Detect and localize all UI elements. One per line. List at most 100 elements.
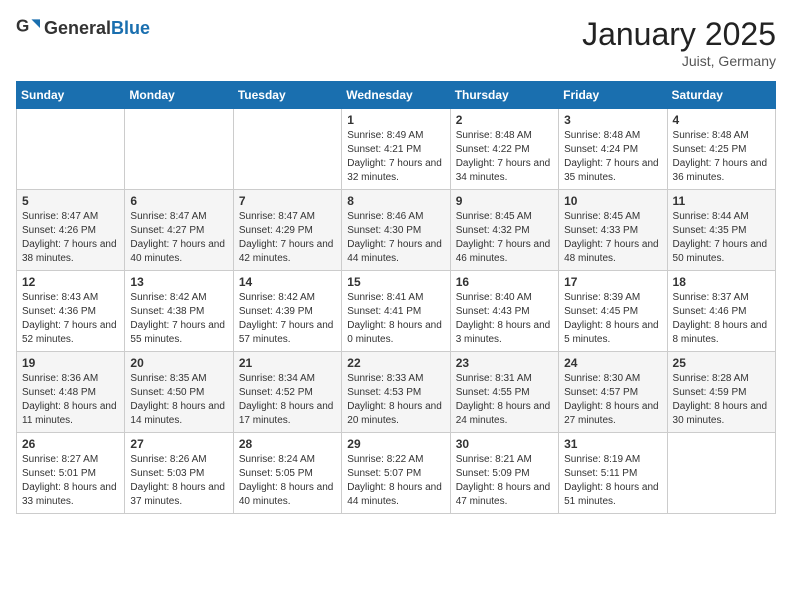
day-number: 25 <box>673 356 770 370</box>
day-number: 28 <box>239 437 336 451</box>
calendar-cell: 26Sunrise: 8:27 AM Sunset: 5:01 PM Dayli… <box>17 433 125 514</box>
cell-sun-info: Sunrise: 8:24 AM Sunset: 5:05 PM Dayligh… <box>239 453 336 509</box>
calendar-cell: 2Sunrise: 8:48 AM Sunset: 4:22 PM Daylig… <box>450 109 558 190</box>
weekday-header: Monday <box>125 82 233 109</box>
cell-sun-info: Sunrise: 8:19 AM Sunset: 5:11 PM Dayligh… <box>564 453 661 509</box>
calendar-header-row: SundayMondayTuesdayWednesdayThursdayFrid… <box>17 82 776 109</box>
weekday-header: Thursday <box>450 82 558 109</box>
calendar-cell: 22 Sunrise: 8:33 AM Sunset: 4:53 PM Dayli… <box>342 352 450 433</box>
day-number: 7 <box>239 194 336 208</box>
calendar-week-row: 5 Sunrise: 8:47 AM Sunset: 4:26 PM Daylig… <box>17 190 776 271</box>
calendar-cell: 11 Sunrise: 8:44 AM Sunset: 4:35 PM Dayli… <box>667 190 775 271</box>
calendar-cell: 13 Sunrise: 8:42 AM Sunset: 4:38 PM Dayli… <box>125 271 233 352</box>
calendar-cell: 21 Sunrise: 8:34 AM Sunset: 4:52 PM Dayli… <box>233 352 341 433</box>
day-number: 31 <box>564 437 661 451</box>
day-number: 1 <box>347 113 444 127</box>
calendar-cell <box>233 109 341 190</box>
svg-text:G: G <box>16 16 29 35</box>
calendar-cell: 17 Sunrise: 8:39 AM Sunset: 4:45 PM Dayli… <box>559 271 667 352</box>
day-number: 24 <box>564 356 661 370</box>
day-number: 27 <box>130 437 227 451</box>
calendar-cell: 30 Sunrise: 8:21 AM Sunset: 5:09 PM Dayli… <box>450 433 558 514</box>
weekday-header: Wednesday <box>342 82 450 109</box>
calendar-cell: 1 Sunrise: 8:49 AM Sunset: 4:21 PM Daylig… <box>342 109 450 190</box>
day-number: 3 <box>564 113 661 127</box>
calendar-week-row: 12 Sunrise: 8:43 AM Sunset: 4:36 PM Dayli… <box>17 271 776 352</box>
cell-sun-info: Sunrise: 8:34 AM Sunset: 4:52 PM Dayligh… <box>239 372 336 428</box>
cell-sun-info: Sunrise: 8:47 AM Sunset: 4:26 PM Dayligh… <box>22 210 119 266</box>
cell-sun-info: Sunrise: 8:49 AM Sunset: 4:21 PM Dayligh… <box>347 129 444 185</box>
cell-sun-info: Sunrise: 8:48 AM Sunset: 4:22 PM Dayligh… <box>456 129 553 185</box>
day-number: 29 <box>347 437 444 451</box>
cell-sun-info: Sunrise: 8:30 AM Sunset: 4:57 PM Dayligh… <box>564 372 661 428</box>
calendar-cell: 19 Sunrise: 8:36 AM Sunset: 4:48 PM Dayli… <box>17 352 125 433</box>
calendar-cell: 18Sunrise: 8:37 AM Sunset: 4:46 PM Dayli… <box>667 271 775 352</box>
day-number: 11 <box>673 194 770 208</box>
cell-sun-info: Sunrise: 8:22 AM Sunset: 5:07 PM Dayligh… <box>347 453 444 509</box>
page-header: G GeneralBlue January 2025 Juist, German… <box>16 16 776 69</box>
day-number: 4 <box>673 113 770 127</box>
day-number: 5 <box>22 194 119 208</box>
cell-sun-info: Sunrise: 8:45 AM Sunset: 4:32 PM Dayligh… <box>456 210 553 266</box>
calendar-cell <box>125 109 233 190</box>
calendar-cell: 5 Sunrise: 8:47 AM Sunset: 4:26 PM Daylig… <box>17 190 125 271</box>
day-number: 17 <box>564 275 661 289</box>
day-number: 22 <box>347 356 444 370</box>
calendar-table: SundayMondayTuesdayWednesdayThursdayFrid… <box>16 81 776 514</box>
cell-sun-info: Sunrise: 8:35 AM Sunset: 4:50 PM Dayligh… <box>130 372 227 428</box>
cell-sun-info: Sunrise: 8:27 AM Sunset: 5:01 PM Dayligh… <box>22 453 119 509</box>
cell-sun-info: Sunrise: 8:48 AM Sunset: 4:25 PM Dayligh… <box>673 129 770 185</box>
day-number: 20 <box>130 356 227 370</box>
calendar-week-row: 19 Sunrise: 8:36 AM Sunset: 4:48 PM Dayli… <box>17 352 776 433</box>
cell-sun-info: Sunrise: 8:31 AM Sunset: 4:55 PM Dayligh… <box>456 372 553 428</box>
weekday-header: Saturday <box>667 82 775 109</box>
cell-sun-info: Sunrise: 8:47 AM Sunset: 4:29 PM Dayligh… <box>239 210 336 266</box>
day-number: 8 <box>347 194 444 208</box>
calendar-cell: 9Sunrise: 8:45 AM Sunset: 4:32 PM Daylig… <box>450 190 558 271</box>
logo: G GeneralBlue <box>16 16 150 40</box>
day-number: 19 <box>22 356 119 370</box>
logo-blue-text: Blue <box>111 18 150 38</box>
cell-sun-info: Sunrise: 8:45 AM Sunset: 4:33 PM Dayligh… <box>564 210 661 266</box>
cell-sun-info: Sunrise: 8:21 AM Sunset: 5:09 PM Dayligh… <box>456 453 553 509</box>
cell-sun-info: Sunrise: 8:46 AM Sunset: 4:30 PM Dayligh… <box>347 210 444 266</box>
day-number: 23 <box>456 356 553 370</box>
month-title: January 2025 <box>582 16 776 53</box>
calendar-cell: 15 Sunrise: 8:41 AM Sunset: 4:41 PM Dayli… <box>342 271 450 352</box>
day-number: 6 <box>130 194 227 208</box>
day-number: 16 <box>456 275 553 289</box>
day-number: 10 <box>564 194 661 208</box>
cell-sun-info: Sunrise: 8:44 AM Sunset: 4:35 PM Dayligh… <box>673 210 770 266</box>
calendar-cell: 20 Sunrise: 8:35 AM Sunset: 4:50 PM Dayli… <box>125 352 233 433</box>
calendar-cell: 28 Sunrise: 8:24 AM Sunset: 5:05 PM Dayli… <box>233 433 341 514</box>
calendar-cell: 4 Sunrise: 8:48 AM Sunset: 4:25 PM Daylig… <box>667 109 775 190</box>
calendar-week-row: 26Sunrise: 8:27 AM Sunset: 5:01 PM Dayli… <box>17 433 776 514</box>
weekday-header: Sunday <box>17 82 125 109</box>
cell-sun-info: Sunrise: 8:42 AM Sunset: 4:38 PM Dayligh… <box>130 291 227 347</box>
cell-sun-info: Sunrise: 8:39 AM Sunset: 4:45 PM Dayligh… <box>564 291 661 347</box>
day-number: 14 <box>239 275 336 289</box>
cell-sun-info: Sunrise: 8:48 AM Sunset: 4:24 PM Dayligh… <box>564 129 661 185</box>
calendar-cell: 16Sunrise: 8:40 AM Sunset: 4:43 PM Dayli… <box>450 271 558 352</box>
calendar-cell: 31 Sunrise: 8:19 AM Sunset: 5:11 PM Dayli… <box>559 433 667 514</box>
cell-sun-info: Sunrise: 8:47 AM Sunset: 4:27 PM Dayligh… <box>130 210 227 266</box>
logo-icon: G <box>16 16 40 40</box>
cell-sun-info: Sunrise: 8:28 AM Sunset: 4:59 PM Dayligh… <box>673 372 770 428</box>
day-number: 12 <box>22 275 119 289</box>
calendar-cell: 10 Sunrise: 8:45 AM Sunset: 4:33 PM Dayli… <box>559 190 667 271</box>
logo-general-text: General <box>44 18 111 38</box>
day-number: 13 <box>130 275 227 289</box>
calendar-cell: 23 Sunrise: 8:31 AM Sunset: 4:55 PM Dayli… <box>450 352 558 433</box>
day-number: 30 <box>456 437 553 451</box>
calendar-cell: 14Sunrise: 8:42 AM Sunset: 4:39 PM Dayli… <box>233 271 341 352</box>
cell-sun-info: Sunrise: 8:33 AM Sunset: 4:53 PM Dayligh… <box>347 372 444 428</box>
cell-sun-info: Sunrise: 8:26 AM Sunset: 5:03 PM Dayligh… <box>130 453 227 509</box>
cell-sun-info: Sunrise: 8:36 AM Sunset: 4:48 PM Dayligh… <box>22 372 119 428</box>
calendar-cell: 24 Sunrise: 8:30 AM Sunset: 4:57 PM Dayli… <box>559 352 667 433</box>
day-number: 21 <box>239 356 336 370</box>
cell-sun-info: Sunrise: 8:43 AM Sunset: 4:36 PM Dayligh… <box>22 291 119 347</box>
day-number: 15 <box>347 275 444 289</box>
cell-sun-info: Sunrise: 8:41 AM Sunset: 4:41 PM Dayligh… <box>347 291 444 347</box>
calendar-cell: 6 Sunrise: 8:47 AM Sunset: 4:27 PM Daylig… <box>125 190 233 271</box>
calendar-cell: 7 Sunrise: 8:47 AM Sunset: 4:29 PM Daylig… <box>233 190 341 271</box>
